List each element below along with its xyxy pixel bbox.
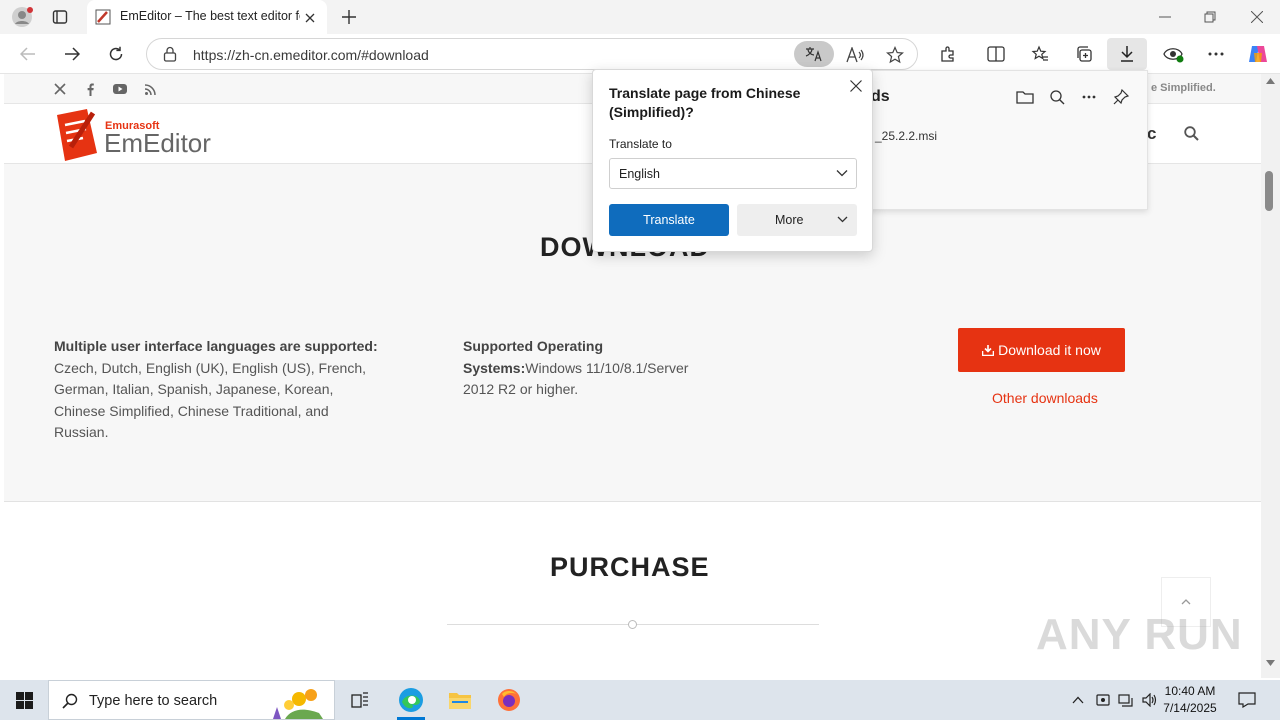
security-tray-icon[interactable] — [1093, 690, 1113, 710]
purchase-heading: PURCHASE — [550, 552, 710, 582]
logo-name: EmEditor — [104, 128, 211, 158]
rss-icon[interactable] — [141, 80, 159, 98]
selected-language: English — [619, 167, 660, 181]
pin-icon[interactable] — [1110, 86, 1132, 108]
forward-icon[interactable] — [60, 43, 84, 65]
downloads-title-partial: ds — [871, 88, 890, 105]
taskbar-search-icon — [62, 693, 78, 709]
translate-button[interactable]: Translate — [609, 204, 729, 236]
notifications-icon[interactable] — [1236, 689, 1258, 711]
show-hidden-icons-icon[interactable] — [1068, 690, 1088, 710]
clock-time: 10:40 AM — [1164, 684, 1216, 698]
page-scrollbar[interactable] — [1261, 74, 1280, 678]
minimize-icon[interactable] — [1154, 6, 1176, 28]
tab-emeditor[interactable]: EmEditor – The best text editor fo — [87, 0, 327, 34]
translate-popup: Translate page from Chinese (Simplified)… — [592, 69, 873, 252]
volume-icon[interactable] — [1140, 690, 1160, 710]
address-bar[interactable]: https://zh-cn.emeditor.com/#download — [146, 38, 918, 70]
emeditor-favicon-icon — [95, 9, 111, 25]
scroll-down-arrow-icon[interactable] — [1266, 660, 1275, 666]
more-options-label: More — [775, 213, 804, 227]
downloads-search-icon[interactable] — [1046, 86, 1068, 108]
more-chevron-down-icon — [837, 216, 848, 223]
task-view-icon[interactable] — [347, 688, 373, 712]
favorites-icon[interactable] — [1028, 43, 1052, 65]
youtube-icon[interactable] — [111, 80, 129, 98]
downloaded-file-name-partial[interactable]: _25.2.2.msi — [875, 129, 937, 143]
languages-text: Czech, Dutch, English (UK), English (US)… — [54, 359, 366, 441]
scroll-up-arrow-icon[interactable] — [1266, 78, 1275, 84]
file-explorer-icon[interactable] — [446, 686, 474, 714]
search-highlight-flowers-icon — [259, 683, 331, 719]
other-downloads-link[interactable]: Other downloads — [992, 390, 1098, 406]
translate-popup-title: Translate page from Chinese (Simplified)… — [609, 85, 801, 120]
facebook-icon[interactable] — [81, 80, 99, 98]
languages-label: Multiple user interface languages are su… — [54, 338, 378, 354]
site-search-icon[interactable] — [1180, 122, 1202, 144]
divider-dot — [628, 620, 637, 629]
taskbar-search-box[interactable]: Type here to search — [48, 680, 335, 720]
chevron-down-icon — [836, 169, 848, 177]
restore-icon[interactable] — [1199, 6, 1221, 28]
split-screen-icon[interactable] — [984, 43, 1008, 65]
chevron-up-icon — [1181, 599, 1191, 605]
x-twitter-icon[interactable] — [51, 80, 69, 98]
clock-date: 7/14/2025 — [1163, 701, 1217, 715]
target-language-select[interactable]: English — [609, 158, 857, 189]
download-tray-icon — [982, 344, 995, 356]
languages-paragraph: Multiple user interface languages are su… — [54, 336, 384, 444]
translate-page-icon[interactable] — [794, 41, 834, 67]
profile-avatar-icon[interactable] — [8, 4, 36, 30]
collections-icon[interactable] — [1072, 43, 1096, 65]
close-popup-icon[interactable] — [846, 76, 866, 96]
emeditor-logo-icon[interactable] — [53, 107, 103, 163]
language-notice-partial: e Simplified. — [1151, 82, 1216, 94]
tab-actions-icon[interactable] — [48, 6, 72, 28]
read-aloud-icon[interactable] — [844, 44, 866, 66]
window-close-icon[interactable] — [1246, 6, 1268, 28]
copilot-icon[interactable] — [1245, 42, 1271, 66]
url-text: https://zh-cn.emeditor.com/#download — [193, 47, 429, 63]
tab-title: EmEditor – The best text editor fo — [120, 9, 300, 23]
close-tab-icon[interactable] — [301, 9, 319, 27]
firefox-icon[interactable] — [495, 686, 523, 714]
anyrun-watermark: ANY RUN — [1036, 610, 1243, 659]
extensions-icon[interactable] — [936, 43, 960, 65]
download-now-button[interactable]: Download it now — [958, 328, 1125, 372]
taskbar-search-placeholder: Type here to search — [89, 693, 218, 709]
downloads-more-icon[interactable] — [1078, 86, 1100, 108]
windows-taskbar: Type here to search 10:40 AM 7/14/2025 — [0, 680, 1280, 720]
os-paragraph: Supported Operating Systems:Windows 11/1… — [463, 336, 723, 401]
browser-essentials-icon[interactable] — [1160, 43, 1186, 65]
windows-start-icon[interactable] — [0, 680, 48, 720]
scrollbar-thumb[interactable] — [1265, 171, 1273, 211]
lock-icon[interactable] — [163, 46, 177, 62]
tab-strip: EmEditor – The best text editor fo — [0, 0, 1280, 34]
translate-to-label: Translate to — [609, 137, 672, 151]
favorite-star-icon[interactable] — [884, 44, 906, 66]
refresh-icon[interactable] — [104, 43, 128, 65]
network-icon[interactable] — [1116, 690, 1136, 710]
taskbar-clock[interactable]: 10:40 AM 7/14/2025 — [1160, 683, 1220, 717]
nav-partial-text: c — [1147, 124, 1157, 143]
new-tab-icon[interactable] — [337, 5, 361, 29]
downloads-icon[interactable] — [1107, 38, 1147, 70]
back-icon[interactable] — [16, 43, 40, 65]
settings-more-icon[interactable] — [1204, 43, 1228, 65]
edge-taskbar-icon[interactable] — [396, 685, 426, 715]
download-now-label: Download it now — [998, 342, 1101, 358]
open-folder-icon[interactable] — [1014, 86, 1036, 108]
more-options-button[interactable]: More — [737, 204, 857, 236]
